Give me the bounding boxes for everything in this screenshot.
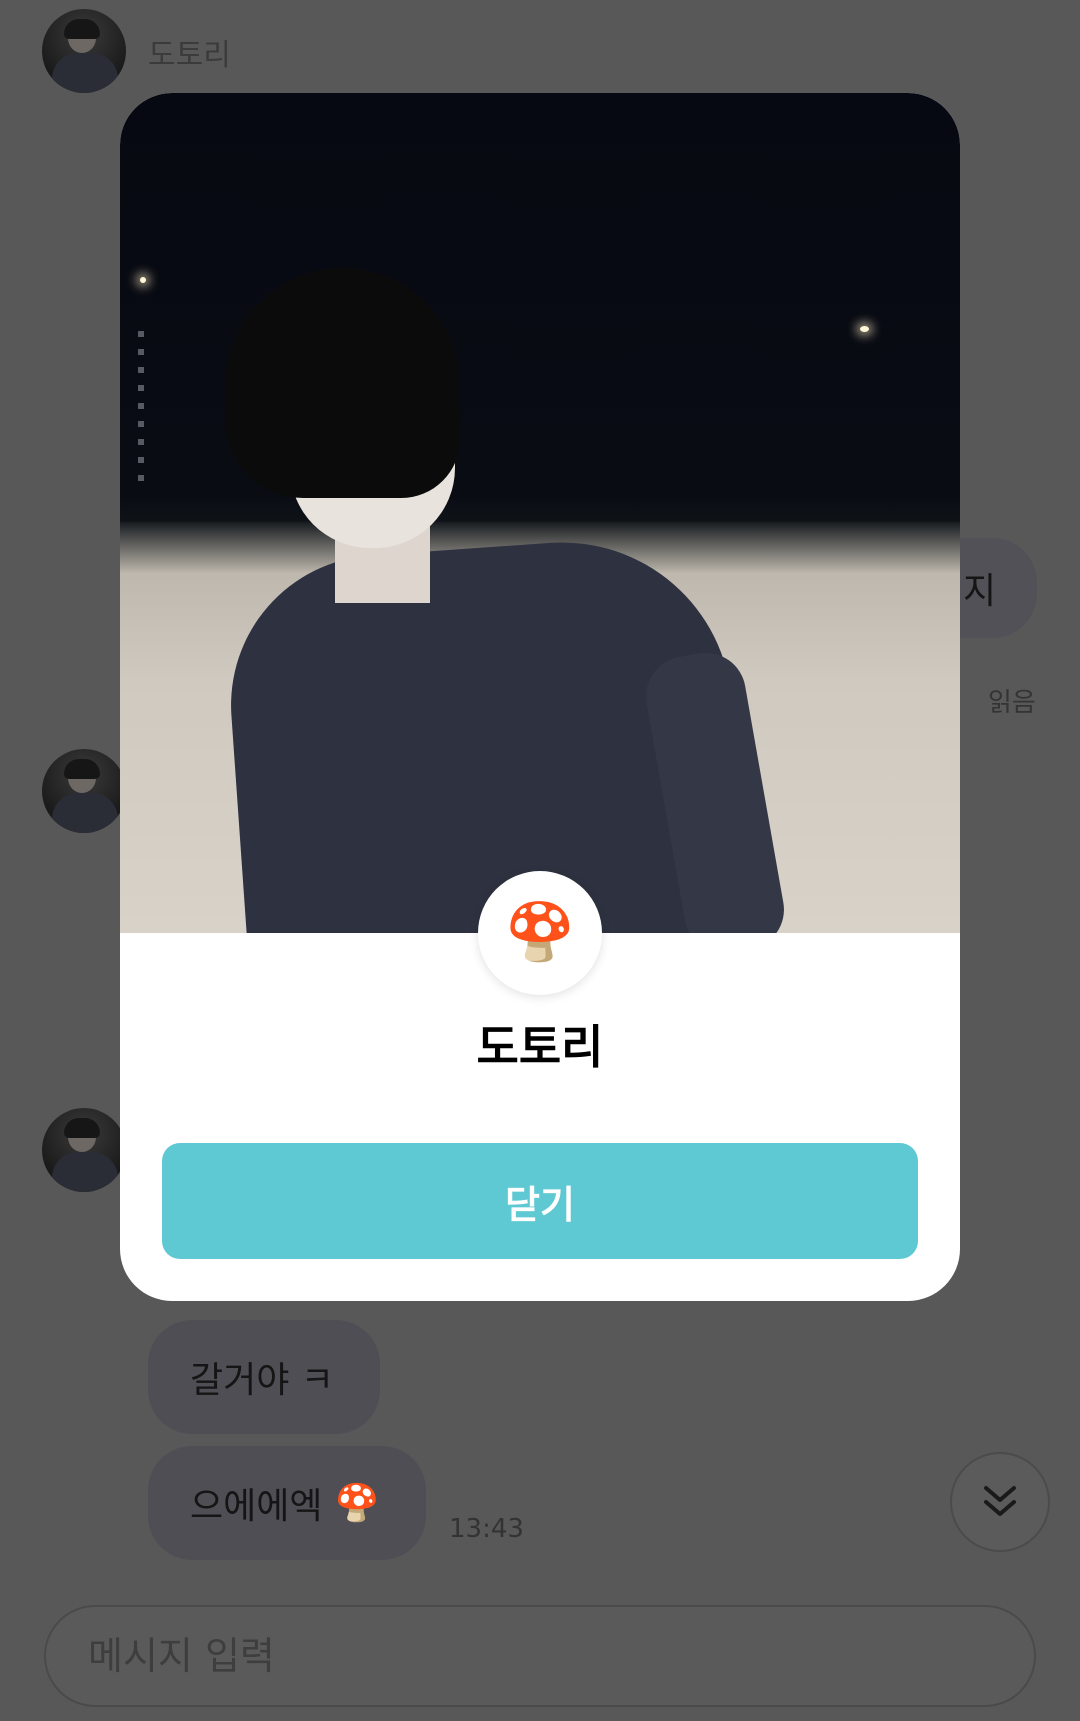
profile-photo	[120, 93, 960, 933]
message-text: 지	[963, 571, 997, 612]
message-bubble-outgoing[interactable]: 지	[955, 538, 1037, 638]
message-bubble[interactable]: 으에에엑 🍄	[148, 1446, 426, 1560]
sender-avatar[interactable]	[42, 9, 126, 93]
message-text: 갈거야 ㅋ	[190, 1360, 334, 1401]
message-input[interactable]	[44, 1605, 1036, 1707]
sender-avatar[interactable]	[42, 1108, 126, 1192]
message-bubble[interactable]: 갈거야 ㅋ	[148, 1320, 380, 1434]
read-status: 읽음	[988, 688, 1036, 718]
profile-badge: 🍄	[478, 871, 602, 995]
message-time: 13:43	[449, 1514, 524, 1544]
sender-name: 도토리	[148, 38, 231, 73]
mushroom-emoji: 🍄	[334, 1483, 380, 1524]
close-button[interactable]: 닫기	[162, 1143, 918, 1259]
sender-avatar[interactable]	[42, 749, 126, 833]
profile-name: 도토리	[476, 1020, 604, 1074]
profile-modal: 🍄 도토리 닫기	[120, 93, 960, 1301]
scroll-to-bottom-button[interactable]	[950, 1452, 1050, 1552]
double-chevron-down-icon	[984, 1486, 1016, 1516]
mushroom-emoji: 🍄	[505, 900, 575, 965]
message-text: 으에에엑	[190, 1486, 323, 1527]
